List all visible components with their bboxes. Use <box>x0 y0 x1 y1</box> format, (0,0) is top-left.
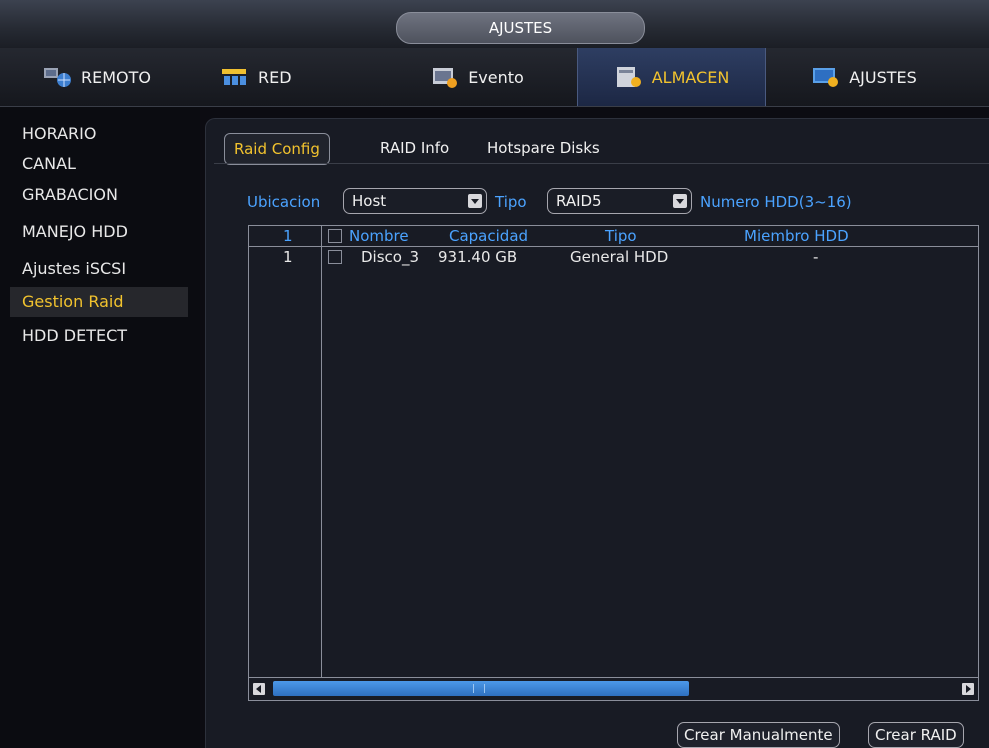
location-select[interactable]: Host <box>343 188 487 214</box>
location-value: Host <box>352 192 387 210</box>
tab-almacen[interactable]: ALMACEN <box>577 48 766 106</box>
sidebar: HORARIO CANAL GRABACION MANEJO HDD Ajust… <box>0 107 200 747</box>
scroll-left-icon[interactable] <box>253 683 265 695</box>
tab-almacen-label: ALMACEN <box>651 67 730 87</box>
tab-evento-label: Evento <box>468 67 524 87</box>
storage-icon <box>614 65 644 89</box>
create-raid-button[interactable]: Crear RAID <box>868 722 964 748</box>
disk-table: 1 Nombre Capacidad Tipo Miembro HDD 1 Di… <box>248 225 979 701</box>
chevron-down-icon <box>673 194 687 208</box>
row-checkbox[interactable] <box>328 250 342 264</box>
tab-evento[interactable]: Evento <box>388 48 566 106</box>
location-label: Ubicacion <box>247 193 321 211</box>
horizontal-scrollbar[interactable] <box>249 677 978 700</box>
select-all-checkbox[interactable] <box>328 229 342 243</box>
create-manual-button[interactable]: Crear Manualmente <box>677 722 840 748</box>
sidebar-item-grabacion[interactable]: GRABACION <box>10 180 188 210</box>
chevron-down-icon <box>468 194 482 208</box>
tab-remoto-label: REMOTO <box>81 67 151 87</box>
title-bar: AJUSTES <box>0 0 989 49</box>
tab-red[interactable]: RED <box>196 48 374 106</box>
column-divider <box>321 226 322 678</box>
header-name: Nombre <box>349 227 409 245</box>
header-member: Miembro HDD <box>744 227 849 245</box>
row-index: 1 <box>283 248 293 266</box>
header-capacity: Capacidad <box>449 227 529 245</box>
table-header: 1 Nombre Capacidad Tipo Miembro HDD <box>249 226 978 247</box>
type-value: RAID5 <box>556 192 602 210</box>
scrollbar-thumb[interactable] <box>273 681 689 696</box>
tab-ajustes-label: AJUSTES <box>849 67 917 87</box>
type-label: Tipo <box>495 193 527 211</box>
network-icon <box>220 65 250 89</box>
tab-red-label: RED <box>258 67 292 87</box>
subtab-divider <box>214 163 989 164</box>
tab-raid-config[interactable]: Raid Config <box>224 133 330 165</box>
row-member: - <box>813 248 819 266</box>
event-icon <box>430 65 460 89</box>
tab-raid-info[interactable]: RAID Info <box>380 133 449 163</box>
sidebar-item-horario[interactable]: HORARIO <box>10 119 188 149</box>
type-select[interactable]: RAID5 <box>547 188 692 214</box>
scroll-right-icon[interactable] <box>962 683 974 695</box>
sidebar-item-manejo-hdd[interactable]: MANEJO HDD <box>10 217 188 247</box>
grip-icon <box>473 684 485 693</box>
window-title: AJUSTES <box>396 12 645 44</box>
sidebar-item-gestion-raid[interactable]: Gestion Raid <box>10 287 188 317</box>
table-row[interactable]: 1 Disco_3 931.40 GB General HDD - <box>249 247 978 267</box>
remote-network-icon <box>43 65 73 89</box>
row-name: Disco_3 <box>361 248 420 266</box>
header-index: 1 <box>283 227 293 245</box>
header-type: Tipo <box>605 227 637 245</box>
sidebar-item-hdd-detect[interactable]: HDD DETECT <box>10 321 188 351</box>
sidebar-item-ajustes-iscsi[interactable]: Ajustes iSCSI <box>10 254 188 284</box>
sidebar-item-canal[interactable]: CANAL <box>10 149 188 179</box>
tab-ajustes[interactable]: AJUSTES <box>770 48 958 106</box>
settings-icon <box>811 65 841 89</box>
top-navigation: REMOTO RED Evento ALMACEN AJUSTES <box>0 48 989 107</box>
row-type: General HDD <box>570 248 669 266</box>
tab-remoto[interactable]: REMOTO <box>8 48 186 106</box>
hdd-count-label: Numero HDD(3~16) <box>700 193 852 211</box>
row-capacity: 931.40 GB <box>438 248 518 266</box>
tab-hotspare-disks[interactable]: Hotspare Disks <box>487 133 600 163</box>
raid-panel: Raid Config RAID Info Hotspare Disks Ubi… <box>205 118 989 748</box>
